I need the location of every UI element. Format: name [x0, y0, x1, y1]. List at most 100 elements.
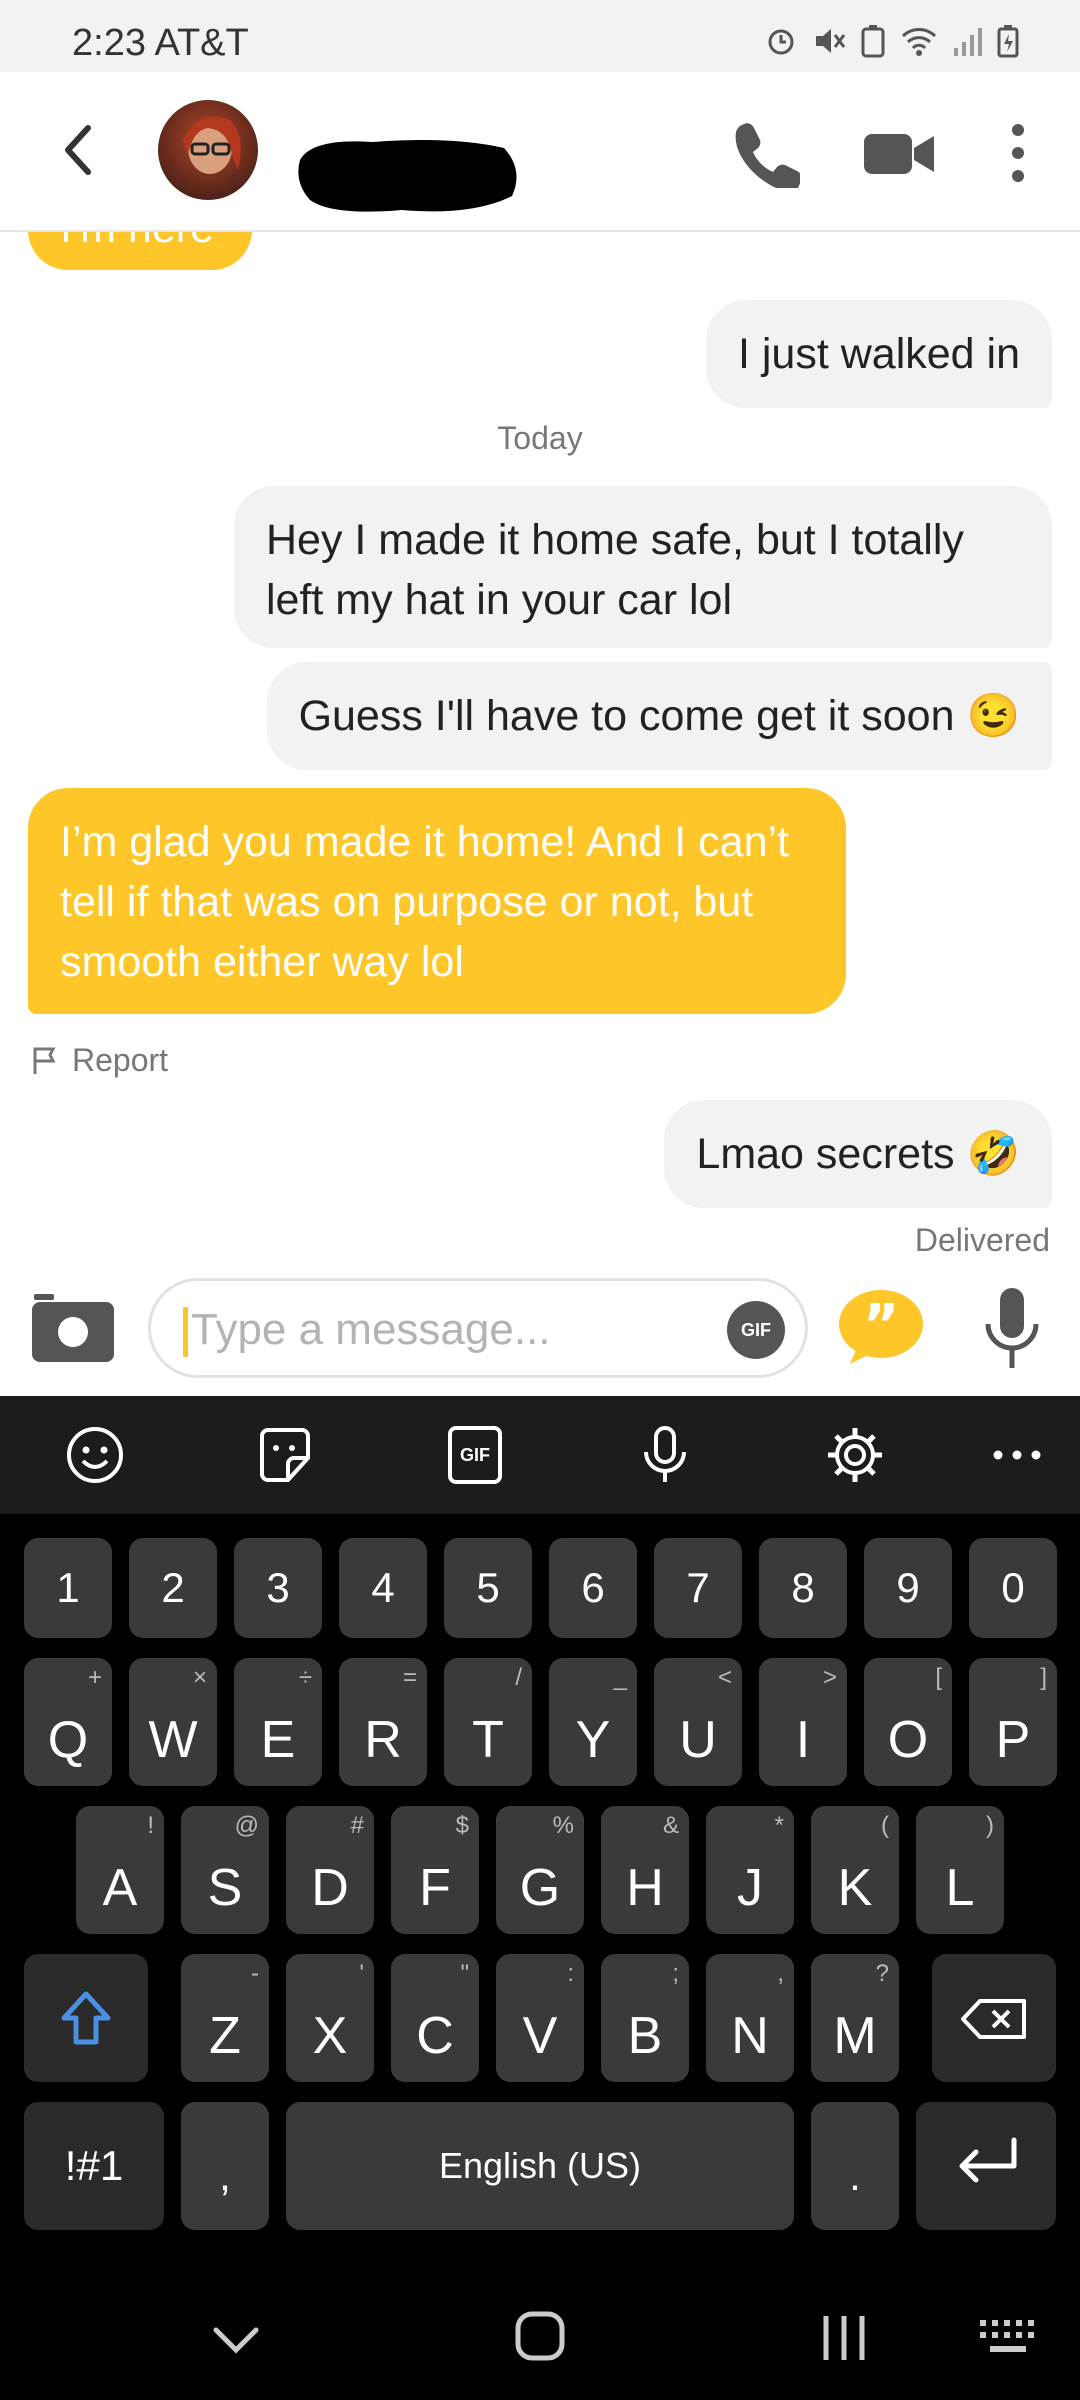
key-f[interactable]: $ F [391, 1806, 479, 1934]
key-h[interactable]: & H [601, 1806, 689, 1934]
message-bubble-sent[interactable]: Hey I made it home safe, but I totally l… [234, 486, 1052, 648]
key-5[interactable]: 5 [444, 1538, 532, 1638]
period-key[interactable]: . [811, 2102, 899, 2230]
key-sublabel: × [192, 1664, 207, 1691]
home-icon[interactable] [510, 2306, 570, 2366]
key-n[interactable]: ,N [706, 1954, 794, 2082]
key-label: 8 [791, 1564, 815, 1611]
key-t[interactable]: / T [444, 1658, 532, 1786]
key-label: G [519, 1859, 561, 1917]
key-v[interactable]: :V [496, 1954, 584, 2082]
more-vertical-icon[interactable] [1000, 118, 1036, 188]
message-input[interactable]: Type a message... GIF [148, 1278, 808, 1378]
key-sublabel: $ [455, 1812, 469, 1839]
recents-icon[interactable] [814, 2308, 874, 2368]
key-label: A [102, 1859, 138, 1917]
key-label: J [737, 1859, 763, 1917]
message-list[interactable]: I'm here I just walked in Today Hey I ma… [0, 232, 1080, 1262]
key-sublabel: : [567, 1960, 574, 1987]
chevron-down-icon[interactable] [206, 2310, 266, 2370]
chat-header [0, 72, 1080, 232]
enter-icon [959, 2137, 1017, 2183]
mute-icon [816, 29, 846, 53]
more-horizontal-icon[interactable] [986, 1424, 1048, 1486]
key-a[interactable]: ! A [76, 1806, 164, 1934]
microphone-icon[interactable] [980, 1284, 1044, 1374]
message-bubble-partial: I'm here [28, 232, 252, 270]
key-label: Q [47, 1711, 89, 1769]
avatar[interactable] [158, 100, 258, 200]
key-1[interactable]: 1 [24, 1538, 112, 1638]
quote-bubble-icon[interactable]: ” [836, 1286, 926, 1366]
key-sublabel: & [662, 1812, 679, 1839]
key-b[interactable]: ; B [601, 1954, 689, 2082]
key-d[interactable]: # D [286, 1806, 374, 1934]
key-i[interactable]: > I [759, 1658, 847, 1786]
comma-key[interactable]: , [181, 2102, 269, 2230]
key-z[interactable]: -Z [181, 1954, 269, 2082]
key-u[interactable]: < U [654, 1658, 742, 1786]
chevron-left-icon[interactable] [50, 120, 110, 180]
space-key[interactable]: English (US) [286, 2102, 794, 2230]
backspace-key[interactable] [932, 1954, 1056, 2082]
key-s[interactable]: @ S [181, 1806, 269, 1934]
key-x[interactable]: ' X [286, 1954, 374, 2082]
key-label: P [995, 1711, 1031, 1769]
key-y[interactable]: _ Y [549, 1658, 637, 1786]
battery-saver-icon [861, 25, 885, 58]
shift-key[interactable] [24, 1954, 148, 2082]
phone-icon[interactable] [730, 118, 800, 188]
key-2[interactable]: 2 [129, 1538, 217, 1638]
key-4[interactable]: 4 [339, 1538, 427, 1638]
key-o[interactable]: [O [864, 1658, 952, 1786]
key-j[interactable]: * J [706, 1806, 794, 1934]
enter-key[interactable] [916, 2102, 1056, 2230]
settings-gear-icon[interactable] [824, 1424, 886, 1486]
emoji-icon[interactable] [64, 1424, 126, 1486]
key-c[interactable]: " C [391, 1954, 479, 2082]
key-0[interactable]: 0 [969, 1538, 1057, 1638]
status-bar: 2:23 AT&T [0, 0, 1080, 72]
message-bubble-sent[interactable]: Guess I'll have to come get it soon 😉 [266, 662, 1052, 770]
key-8[interactable]: 8 [759, 1538, 847, 1638]
gif-button[interactable]: GIF [727, 1301, 785, 1359]
key-k[interactable]: (K [811, 1806, 899, 1934]
report-link[interactable]: Report [32, 1042, 168, 1079]
key-label: 3 [266, 1564, 290, 1611]
message-bubble-sent[interactable]: I just walked in [705, 300, 1052, 408]
key-w[interactable]: × W [129, 1658, 217, 1786]
key-q[interactable]: + Q [24, 1658, 112, 1786]
key-g[interactable]: % G [496, 1806, 584, 1934]
key-9[interactable]: 9 [864, 1538, 952, 1638]
message-text: Lmao secrets 🤣 [696, 1130, 1020, 1178]
key-label: 5 [476, 1564, 500, 1611]
key-label: Z [209, 2007, 241, 2065]
voice-input-icon[interactable] [634, 1424, 696, 1486]
key-sublabel: ] [1040, 1664, 1047, 1691]
key-7[interactable]: 7 [654, 1538, 742, 1638]
key-m[interactable]: ? M [811, 1954, 899, 2082]
key-p[interactable]: ] P [969, 1658, 1057, 1786]
key-r[interactable]: = R [339, 1658, 427, 1786]
key-6[interactable]: 6 [549, 1538, 637, 1638]
camera-icon[interactable] [30, 1288, 116, 1366]
key-e[interactable]: ÷ E [234, 1658, 322, 1786]
key-label: M [833, 2007, 877, 2065]
key-label: . [849, 2152, 861, 2200]
video-camera-icon[interactable] [862, 118, 936, 188]
key-sublabel: + [87, 1664, 102, 1691]
message-bubble-received[interactable]: I’m glad you made it home! And I can’t t… [28, 788, 846, 1014]
symbols-key[interactable]: !#1 [24, 2102, 164, 2230]
gif-keyboard-button[interactable]: GIF [448, 1426, 502, 1484]
key-label: R [364, 1711, 402, 1769]
message-text: I'm here [60, 232, 214, 252]
text-cursor [183, 1307, 188, 1357]
key-label: E [260, 1711, 296, 1769]
key-label: V [522, 2007, 558, 2065]
sticker-icon[interactable] [254, 1424, 316, 1486]
keyboard-toggle-icon[interactable] [976, 2314, 1040, 2364]
key-3[interactable]: 3 [234, 1538, 322, 1638]
key-l[interactable]: ) L [916, 1806, 1004, 1934]
message-bubble-sent[interactable]: Lmao secrets 🤣 [664, 1100, 1052, 1208]
key-sublabel: = [402, 1664, 417, 1691]
